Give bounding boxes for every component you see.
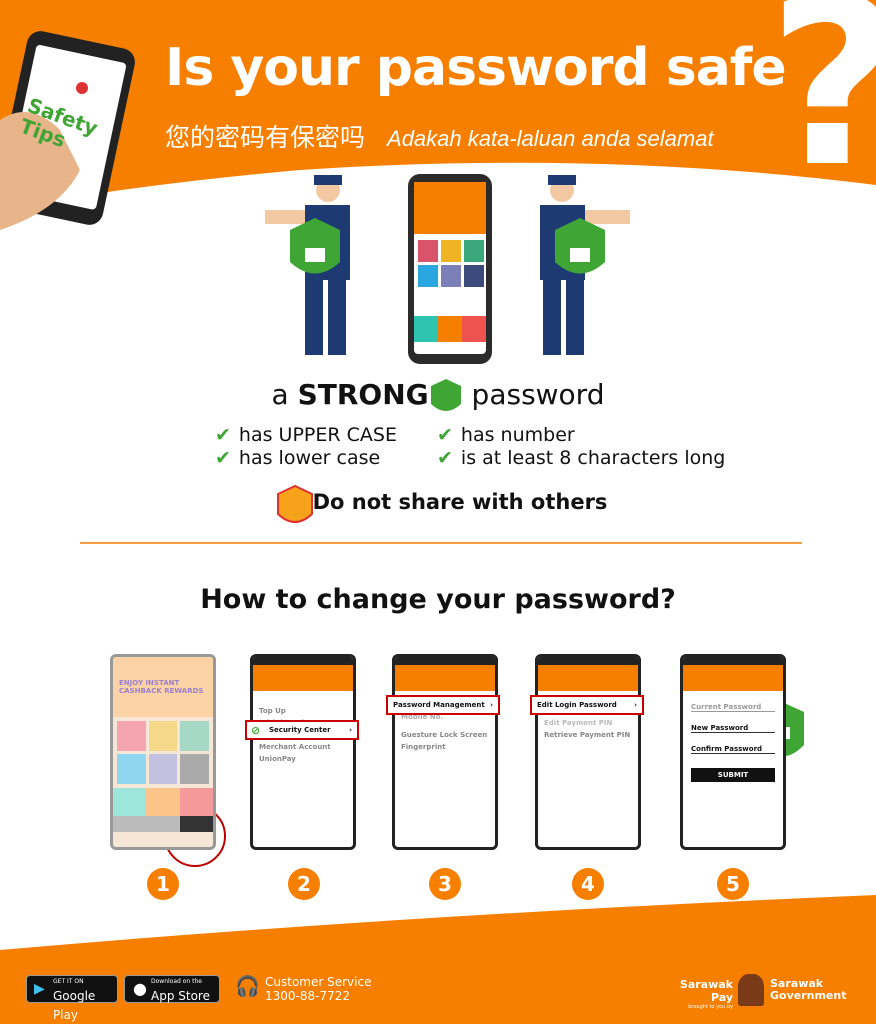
menu-fingerprint: Fingerprint <box>401 743 446 751</box>
subtitle: 您的密码有保密吗 Adakah kata-laluan anda selamat <box>165 118 714 154</box>
check-icon: ✔ <box>215 424 231 446</box>
share-warning: Do not share with others <box>312 490 608 514</box>
rules-left: ✔ has UPPER CASE ✔ has lower case <box>215 424 397 470</box>
apple-icon: ● <box>133 979 147 998</box>
play-icon: ▶ <box>34 981 45 997</box>
check-icon: ✔ <box>437 424 453 446</box>
step2-phone: Top Up Withdrawal Merchant Account Union… <box>250 654 356 850</box>
rule-item: ✔ has lower case <box>215 447 381 469</box>
subtitle-zh: 您的密码有保密吗 <box>165 123 366 152</box>
menu-edit-pin: Edit Payment PIN <box>544 719 613 727</box>
strong-password-heading: a STRONG password <box>271 378 605 411</box>
sarawak-government-logo: Sarawak Government <box>770 977 847 1002</box>
security-center-item[interactable]: Security Center › ⊘ <box>245 720 359 740</box>
menu-merchant-account: Merchant Account <box>259 743 331 751</box>
menu-retrieve-pin: Retrieve Payment PIN <box>544 731 631 739</box>
headset-icon: 🎧 <box>235 974 260 998</box>
question-mark: ? <box>768 0 876 200</box>
check-icon: ✔ <box>215 447 231 469</box>
sarawak-pay-logo: Sarawak Pay brought to you by <box>679 978 733 1010</box>
password-management-item[interactable]: Password Management › <box>386 695 500 715</box>
subtitle-ms: Adakah kata-laluan anda selamat <box>387 126 714 151</box>
rules-right: ✔ has number ✔ is at least 8 characters lo… <box>437 424 725 470</box>
step-number: 2 <box>288 868 320 900</box>
menu-top-up: Top Up <box>259 707 286 715</box>
cashback-banner: ENJOY INSTANT CASHBACK REWARDS <box>113 657 213 717</box>
check-circle-icon: ⊘ <box>251 724 261 737</box>
step5-phone: Current Password New Password Confirm Pa… <box>680 654 786 850</box>
police-officer-right <box>540 175 630 355</box>
rule-item: ✔ has UPPER CASE <box>215 424 397 446</box>
menu-unionpay: UnionPay <box>259 755 296 763</box>
step-number: 3 <box>429 868 461 900</box>
step3-phone: Mobile No. Guesture Lock Screen Fingerpr… <box>392 654 498 850</box>
check-icon: ✔ <box>437 447 453 469</box>
submit-button[interactable]: SUBMIT <box>691 768 775 782</box>
rule-item: ✔ is at least 8 characters long <box>437 447 726 469</box>
confirm-password-field[interactable]: Confirm Password <box>691 745 775 754</box>
rule-item: ✔ has number <box>437 424 575 446</box>
customer-service: Customer Service 1300-88-7722 <box>265 975 372 1003</box>
step1-phone: ENJOY INSTANT CASHBACK REWARDS <box>110 654 216 850</box>
new-password-field[interactable]: New Password <box>691 724 775 733</box>
police-officer-left <box>265 175 350 355</box>
step4-phone: Edit Payment PIN Retrieve Payment PIN <box>535 654 641 850</box>
sarawak-crest-icon <box>738 974 764 1006</box>
menu-gesture-lock: Guesture Lock Screen <box>401 731 488 739</box>
page-title: Is your password safe <box>165 38 787 98</box>
step-number: 5 <box>717 868 749 900</box>
customer-service-phone[interactable]: 1300-88-7722 <box>265 989 371 1003</box>
app-store-button[interactable]: ● Download on the App Store <box>124 975 220 1003</box>
step-number: 4 <box>572 868 604 900</box>
how-to-title: How to change your password? <box>200 584 676 615</box>
edit-login-password-item[interactable]: Edit Login Password › <box>530 695 644 715</box>
step-number: 1 <box>147 868 179 900</box>
current-password-field[interactable]: Current Password <box>691 703 775 712</box>
google-play-button[interactable]: ▶ GET IT ON Google Play <box>26 975 118 1022</box>
center-phone-illustration <box>408 174 492 364</box>
